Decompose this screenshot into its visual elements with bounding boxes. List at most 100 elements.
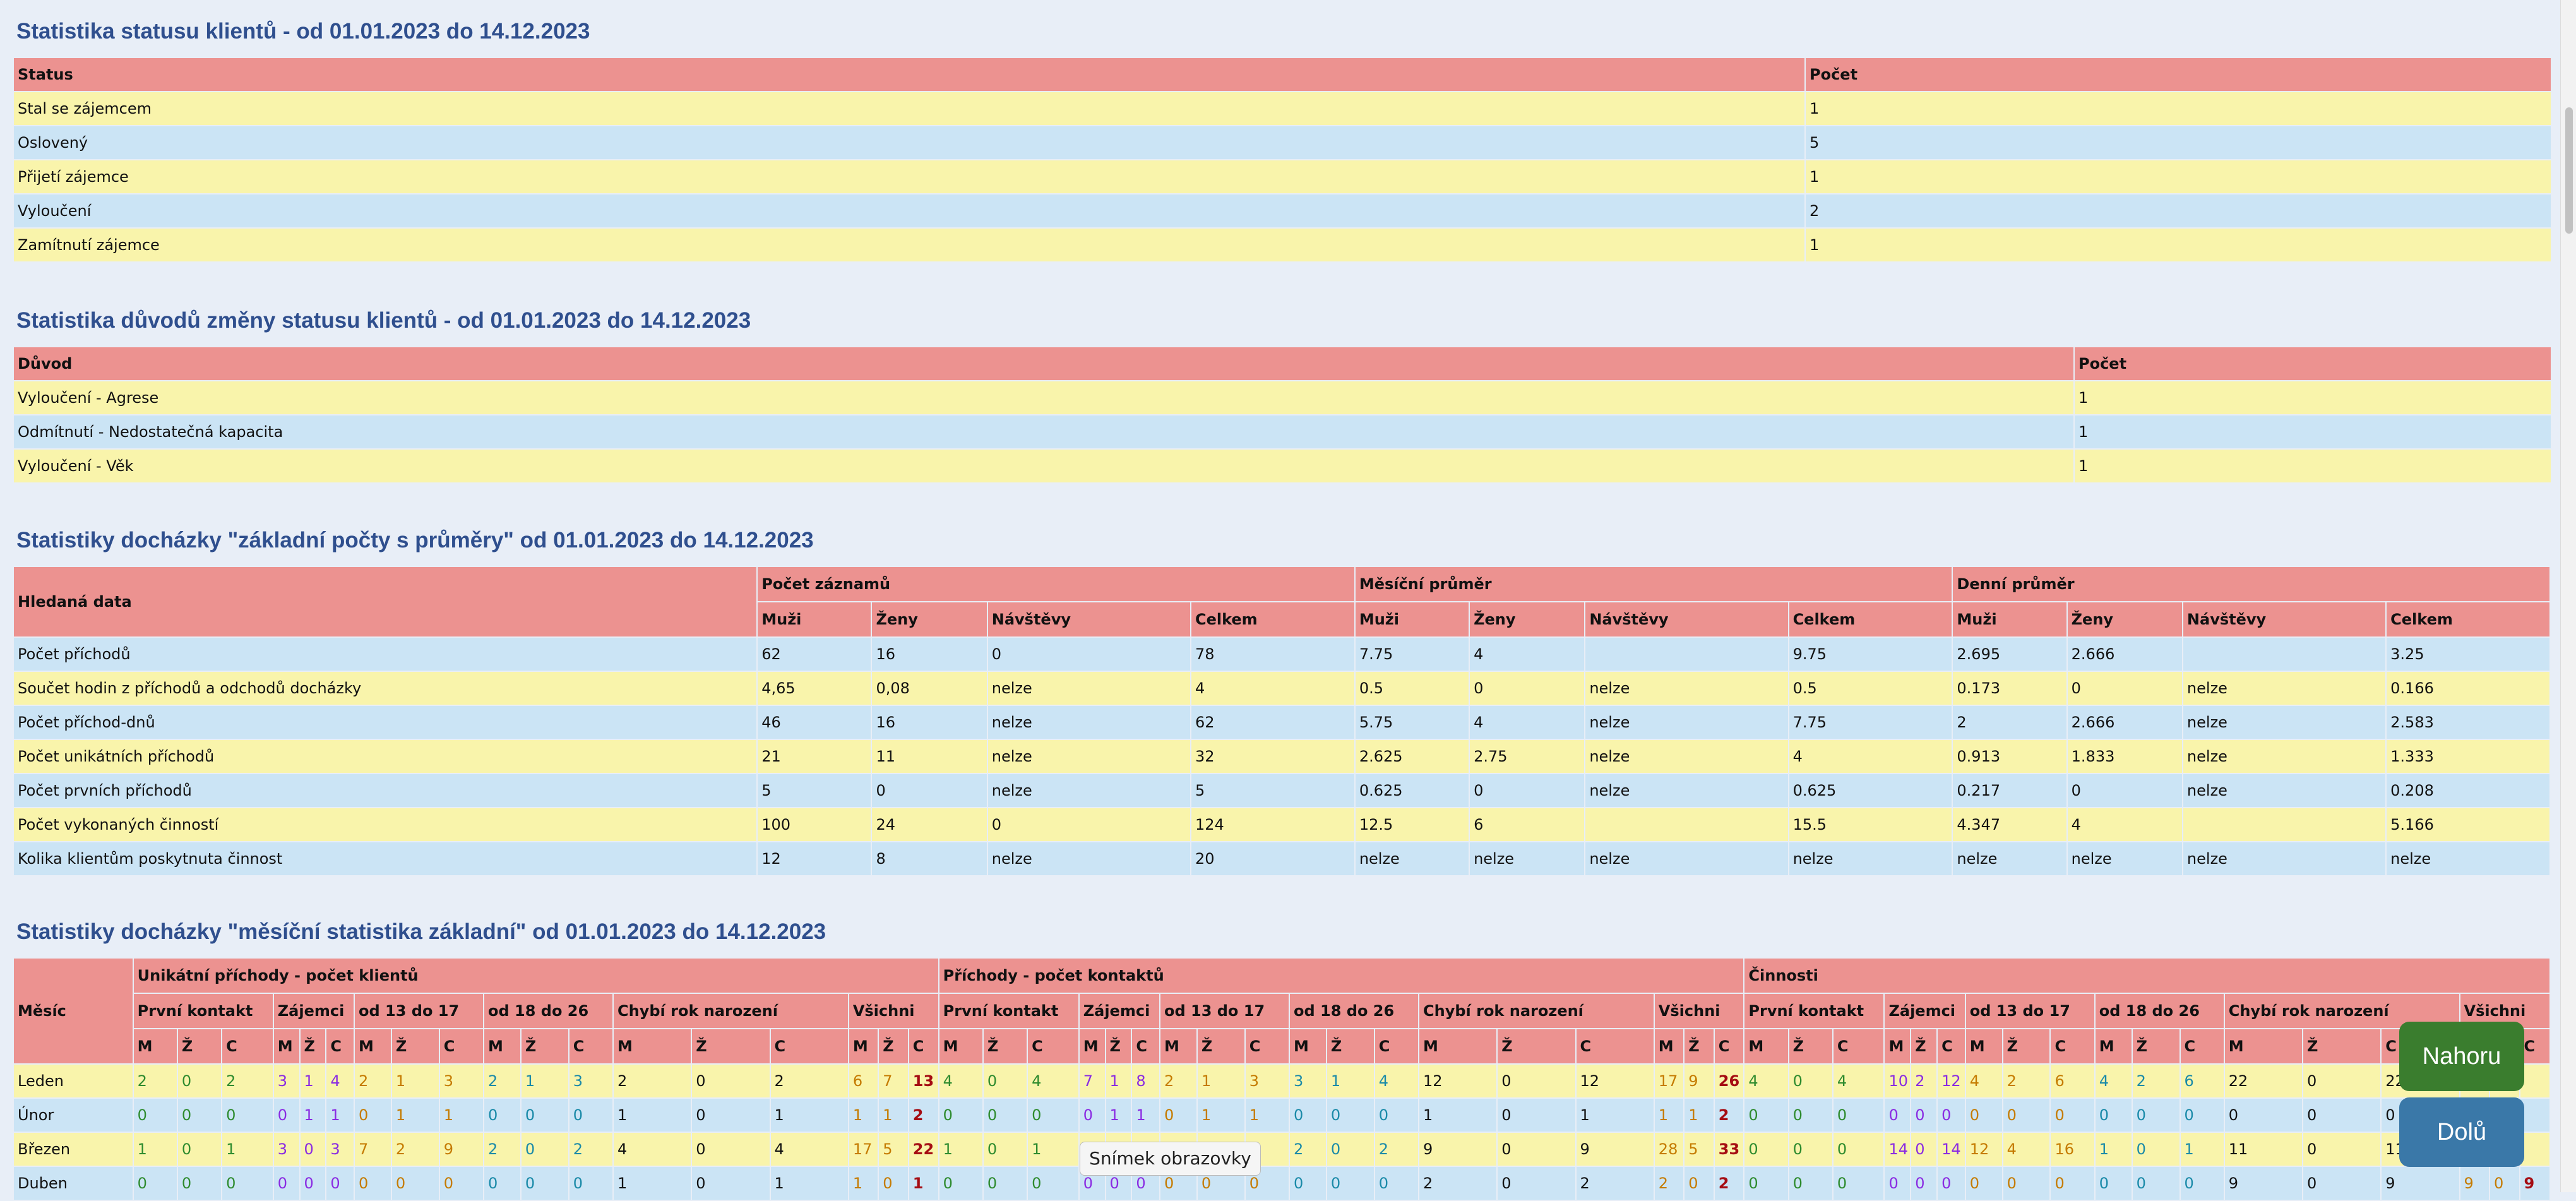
cell: 6 [1470, 808, 1585, 841]
month-cell: 4 [1965, 1065, 2002, 1097]
cell: 5 [1191, 774, 1354, 807]
cell: 4,65 [758, 672, 871, 705]
cell: 20 [1191, 842, 1354, 875]
month-cell: 0 [1327, 1099, 1374, 1132]
month-cell: 0 [2003, 1167, 2050, 1200]
month-cell: 1 [1654, 1099, 1684, 1132]
status-name: Oslovený [14, 126, 1804, 159]
group-header: Příchody - počet kontaktů [939, 959, 1744, 993]
month-cell: 0 [1327, 1167, 1374, 1200]
month-cell: 0 [2051, 1167, 2094, 1200]
month-cell: 0 [300, 1167, 326, 1200]
status-row: Přijetí zájemce 1 [14, 160, 2551, 193]
month-cell: 2 [133, 1065, 177, 1097]
month-cell: 1 [849, 1099, 878, 1132]
cell: nelze [987, 672, 1190, 705]
cell: 16 [872, 706, 987, 739]
month-cell: 0 [177, 1065, 222, 1097]
month-cell: 0 [983, 1167, 1027, 1200]
group-header: Měsíční průměr [1355, 567, 1952, 601]
month-cell: 0 [1965, 1167, 2002, 1200]
month-cell: 11 [2224, 1133, 2302, 1166]
page: Statistika statusu klientů - od 01.01.20… [0, 0, 2561, 1200]
month-cell: 4 [326, 1065, 354, 1097]
mzc-header: M [133, 1029, 177, 1063]
month-cell: 0 [939, 1167, 982, 1200]
month-cell: 0 [983, 1133, 1027, 1166]
mzc-header: Ž [2003, 1029, 2050, 1063]
cell: 4 [1470, 638, 1585, 671]
month-cell: 1 [1106, 1065, 1131, 1097]
month-cell: 3 [1289, 1065, 1326, 1097]
month-cell: 8 [1132, 1065, 1159, 1097]
status-count: 1 [1806, 229, 2551, 261]
row-label: Počet příchodů [14, 638, 757, 671]
month-cell: 0 [521, 1099, 568, 1132]
attendance-row: Kolika klientům poskytnuta činnost 12 8 nel… [14, 842, 2549, 875]
row-label: Součet hodin z příchodů a odchodů docház… [14, 672, 757, 705]
row-label: Počet vykonaných činností [14, 808, 757, 841]
month-cell: 0 [1744, 1099, 1788, 1132]
month-cell: 0 [521, 1167, 568, 1200]
mzc-header: M [354, 1029, 391, 1063]
cell: 12.5 [1355, 808, 1469, 841]
subgroup-header: Zájemci [1079, 994, 1159, 1028]
scroll-up-button[interactable]: Nahoru [2399, 1022, 2524, 1091]
cell: nelze [2067, 842, 2182, 875]
month-cell: 9 [2224, 1167, 2302, 1200]
month-cell: 3 [273, 1065, 299, 1097]
month-cell: 1 [909, 1167, 938, 1200]
scrollbar[interactable] [2560, 0, 2576, 1192]
month-cell: 1 [770, 1099, 848, 1132]
month-cell: 2 [1714, 1099, 1744, 1132]
subgroup-header: Chybí rok narození [1419, 994, 1654, 1028]
cell [2183, 638, 2386, 671]
scroll-down-button[interactable]: Dolů [2399, 1097, 2524, 1167]
subheader: Muži [1355, 602, 1469, 636]
cell: 0 [872, 774, 987, 807]
scrollbar-thumb[interactable] [2565, 107, 2573, 234]
mzc-header: M [849, 1029, 878, 1063]
attendance-row: Počet prvních příchodů 5 0 nelze 5 0.625 0 nelz… [14, 774, 2549, 807]
month-cell: 22 [909, 1133, 938, 1166]
mzc-header: C [909, 1029, 938, 1063]
month-cell: 7 [879, 1065, 908, 1097]
attendance-row: Počet vykonaných činností 100 24 0 124 12.5 6 1… [14, 808, 2549, 841]
cell: 5.75 [1355, 706, 1469, 739]
cell: 4 [2067, 808, 2182, 841]
reason-row: Vyloučení - Agrese 1 [14, 381, 2551, 414]
month-cell: 0 [1685, 1167, 1714, 1200]
month-cell: 0 [391, 1167, 439, 1200]
mzc-header: M [1744, 1029, 1788, 1063]
month-cell: 0 [879, 1167, 908, 1200]
subgroup-header: Všichni [1654, 994, 1744, 1028]
month-cell: 2 [391, 1133, 439, 1166]
month-cell: 1 [2095, 1133, 2132, 1166]
cell: nelze [1585, 706, 1788, 739]
month-cell: 9 [2460, 1167, 2490, 1200]
cell: nelze [2183, 672, 2386, 705]
month-cell: 0 [692, 1099, 770, 1132]
mzc-header: Ž [879, 1029, 908, 1063]
cell: 5 [758, 774, 871, 807]
month-cell: 2 [1419, 1167, 1497, 1200]
cell: nelze [987, 740, 1190, 773]
month-cell: 2 [1576, 1167, 1654, 1200]
status-row: Vyloučení 2 [14, 194, 2551, 227]
month-label: Duben [14, 1167, 133, 1200]
subgroup-header: od 18 do 26 [484, 994, 613, 1028]
mzc-header: Ž [692, 1029, 770, 1063]
month-cell: 12 [1965, 1133, 2002, 1166]
group-header: Činnosti [1744, 959, 2549, 993]
row-label: Počet unikátních příchodů [14, 740, 757, 773]
month-cell: 2 [1714, 1167, 1744, 1200]
month-cell: 0 [1833, 1167, 1884, 1200]
cell: 12 [758, 842, 871, 875]
month-cell: 0 [1498, 1099, 1575, 1132]
subheader: Celkem [1789, 602, 1952, 636]
month-cell: 3 [1245, 1065, 1289, 1097]
month-cell: 1 [1245, 1099, 1289, 1132]
mzc-header: Ž [2132, 1029, 2179, 1063]
month-cell: 0 [692, 1133, 770, 1166]
status-row: Zamítnutí zájemce 1 [14, 229, 2551, 261]
